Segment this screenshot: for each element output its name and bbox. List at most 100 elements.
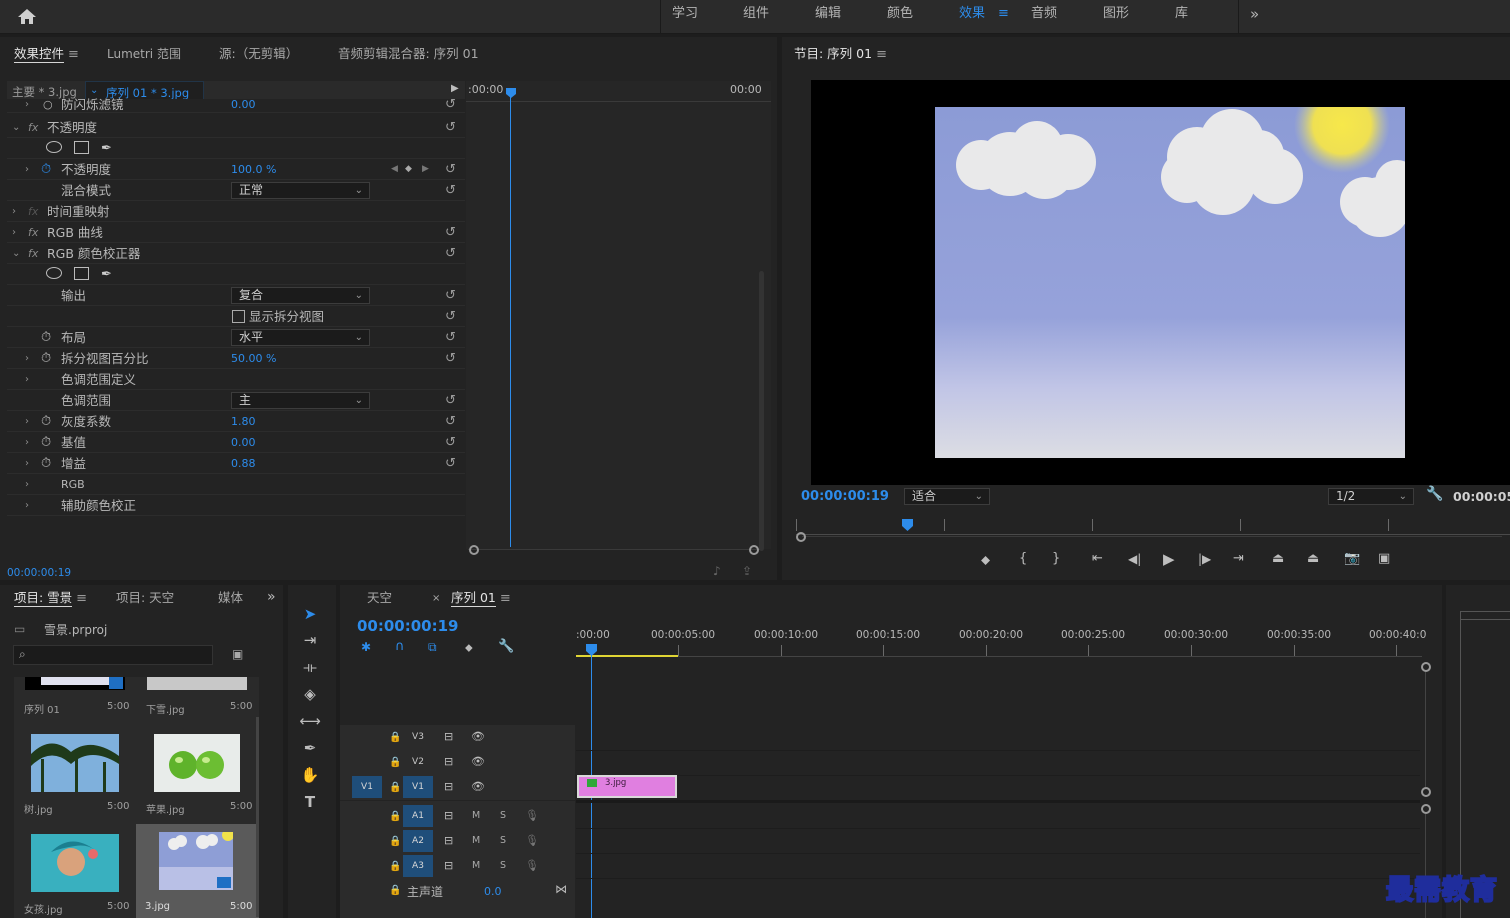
sync-lock-icon[interactable]: ⊟ bbox=[444, 780, 453, 793]
razor-tool-icon[interactable]: ◈ bbox=[297, 681, 323, 707]
playhead-marker[interactable] bbox=[505, 87, 517, 99]
track-select-tool-icon[interactable]: ⇥ bbox=[297, 627, 323, 653]
workspace-effects[interactable]: 效果 bbox=[959, 0, 985, 34]
output-dropdown[interactable]: 复合 ⌄ bbox=[231, 287, 370, 304]
ellipse-mask-icon[interactable] bbox=[46, 267, 62, 279]
track-target-a2[interactable]: A2 bbox=[403, 830, 433, 852]
workspace-color[interactable]: 颜色 bbox=[887, 0, 913, 34]
extract-icon[interactable]: ⏏ bbox=[1307, 551, 1319, 566]
add-marker-icon[interactable]: ⬥ bbox=[981, 553, 990, 568]
hand-tool-icon[interactable]: ✋ bbox=[297, 762, 323, 788]
gamma-value[interactable]: 1.80 bbox=[231, 411, 256, 432]
track-target-v2[interactable]: V2 bbox=[403, 751, 433, 773]
microphone-icon[interactable]: 🎙 bbox=[525, 834, 539, 847]
reset-icon[interactable]: ↺ bbox=[445, 411, 456, 432]
reset-icon[interactable]: ↺ bbox=[445, 327, 456, 348]
zoom-handle-left[interactable] bbox=[469, 545, 479, 555]
go-to-master-icon[interactable]: ⋈ bbox=[555, 882, 567, 896]
tab-media[interactable]: 媒体 bbox=[218, 581, 243, 617]
workspace-learn[interactable]: 学习 bbox=[672, 0, 698, 34]
track-lanes[interactable]: 3.jpg bbox=[576, 725, 1420, 918]
program-timecode[interactable]: 00:00:00:19 bbox=[801, 489, 889, 504]
scrollbar[interactable] bbox=[759, 271, 764, 551]
reset-icon[interactable]: ↺ bbox=[445, 180, 456, 201]
master-volume-value[interactable]: 0.0 bbox=[484, 885, 502, 898]
snap-icon[interactable]: ∩ bbox=[395, 639, 405, 654]
track-target-a1[interactable]: A1 bbox=[403, 805, 433, 827]
workspace-assembly[interactable]: 组件 bbox=[743, 0, 769, 34]
row-rgb-curves[interactable]: › fx RGB 曲线 ↺ bbox=[7, 222, 465, 243]
mark-out-icon[interactable]: } bbox=[1052, 551, 1060, 566]
step-back-icon[interactable]: ◀| bbox=[1128, 552, 1141, 566]
stopwatch-icon[interactable]: ⏱ bbox=[41, 159, 51, 180]
tab-timeline-sky[interactable]: 天空 bbox=[367, 581, 392, 617]
thumb-snow[interactable] bbox=[147, 677, 247, 690]
blend-mode-dropdown[interactable]: 正常 ⌄ bbox=[231, 182, 370, 199]
close-tab-icon[interactable]: × bbox=[432, 593, 440, 604]
rectangle-mask-icon[interactable] bbox=[74, 267, 89, 280]
comparison-view-icon[interactable]: ▣ bbox=[1378, 551, 1390, 566]
lift-icon[interactable]: ⏏ bbox=[1272, 551, 1284, 566]
program-zoom-handle[interactable] bbox=[796, 532, 806, 542]
row-tonal-definition[interactable]: › 色调范围定义 bbox=[7, 369, 465, 390]
reset-icon[interactable]: ↺ bbox=[445, 117, 456, 138]
ripple-edit-tool-icon[interactable]: ⟛ bbox=[297, 654, 323, 680]
selection-tool-icon[interactable]: ➤ bbox=[297, 601, 323, 627]
play-icon[interactable]: ▶ bbox=[1163, 550, 1175, 568]
go-to-in-icon[interactable]: ⇤ bbox=[1092, 551, 1103, 566]
timeline-settings-icon[interactable]: 🔧 bbox=[498, 639, 514, 654]
settings-wrench-icon[interactable]: 🔧 bbox=[1426, 486, 1443, 502]
go-to-out-icon[interactable]: ⇥ bbox=[1233, 551, 1244, 566]
eye-icon[interactable]: 👁 bbox=[471, 780, 485, 793]
solo-button[interactable]: S bbox=[500, 835, 506, 846]
track-target-v1[interactable]: V1 bbox=[403, 776, 433, 798]
solo-button[interactable]: S bbox=[500, 810, 506, 821]
tab-audio-clip-mixer[interactable]: 音频剪辑混合器: 序列 01 bbox=[338, 37, 479, 73]
effect-timecode[interactable]: 00:00:00:19 bbox=[7, 567, 71, 579]
tonal-range-dropdown[interactable]: 主 ⌄ bbox=[231, 392, 370, 409]
tab-effect-controls[interactable]: 效果控件 ≡ bbox=[14, 37, 79, 73]
lock-icon[interactable]: 🔒 bbox=[389, 885, 401, 896]
solo-button[interactable]: S bbox=[500, 860, 506, 871]
gain-value[interactable]: 0.88 bbox=[231, 453, 256, 474]
lock-icon[interactable]: 🔒 bbox=[389, 861, 401, 872]
reset-icon[interactable]: ↺ bbox=[445, 222, 456, 243]
layout-dropdown[interactable]: 水平 ⌄ bbox=[231, 329, 370, 346]
stopwatch-icon[interactable]: ⏱ bbox=[41, 327, 51, 348]
eye-icon[interactable]: 👁 bbox=[471, 755, 485, 768]
workspace-editing[interactable]: 编辑 bbox=[815, 0, 841, 34]
prev-keyframe-icon[interactable]: ◀ bbox=[391, 159, 398, 180]
more-workspaces-icon[interactable]: » bbox=[1250, 0, 1259, 34]
pen-mask-icon[interactable]: ✒ bbox=[101, 264, 112, 285]
audio-scroll-top-handle[interactable] bbox=[1421, 804, 1431, 814]
mute-button[interactable]: M bbox=[472, 835, 480, 846]
sync-lock-icon[interactable]: ⊟ bbox=[444, 834, 453, 847]
play-only-clip-icon[interactable]: ▶ bbox=[451, 83, 459, 94]
tab-project-sky[interactable]: 项目: 天空 bbox=[116, 581, 174, 617]
reset-icon[interactable]: ↺ bbox=[445, 348, 456, 369]
linked-selection-icon[interactable]: ⧉ bbox=[428, 640, 437, 655]
opacity-value[interactable]: 100.0 % bbox=[231, 159, 276, 180]
row-secondary-correction[interactable]: › 辅助颜色校正 bbox=[7, 495, 465, 516]
tab-timeline-sequence[interactable]: 序列 01 ≡ bbox=[451, 581, 511, 617]
flicker-value[interactable]: 0.00 bbox=[231, 99, 256, 111]
new-bin-icon[interactable]: ▣ bbox=[232, 647, 243, 661]
project-search-input[interactable]: ⌕ bbox=[13, 645, 213, 665]
fit-dropdown[interactable]: 适合 ⌄ bbox=[904, 488, 990, 505]
export-audio-icon[interactable]: ♪ bbox=[713, 564, 721, 578]
workspace-menu-icon[interactable]: ≡ bbox=[998, 0, 1009, 34]
reset-icon[interactable]: ↺ bbox=[445, 285, 456, 306]
timeline-timecode[interactable]: 00:00:00:19 bbox=[357, 617, 459, 635]
lock-icon[interactable]: 🔒 bbox=[389, 811, 401, 822]
step-forward-icon[interactable]: |▶ bbox=[1198, 552, 1211, 566]
rectangle-mask-icon[interactable] bbox=[74, 141, 89, 154]
mute-button[interactable]: M bbox=[472, 810, 480, 821]
export-frame-icon[interactable]: ⇪ bbox=[742, 564, 752, 578]
home-icon[interactable] bbox=[14, 5, 40, 27]
video-scroll-top-handle[interactable] bbox=[1421, 662, 1431, 672]
thumb-apple[interactable] bbox=[154, 734, 240, 792]
stopwatch-icon[interactable]: ⏱ bbox=[41, 453, 51, 474]
nest-icon[interactable]: ✱ bbox=[361, 640, 371, 654]
mark-in-icon[interactable]: { bbox=[1019, 551, 1027, 566]
add-marker-icon[interactable]: ⬥ bbox=[465, 641, 473, 655]
